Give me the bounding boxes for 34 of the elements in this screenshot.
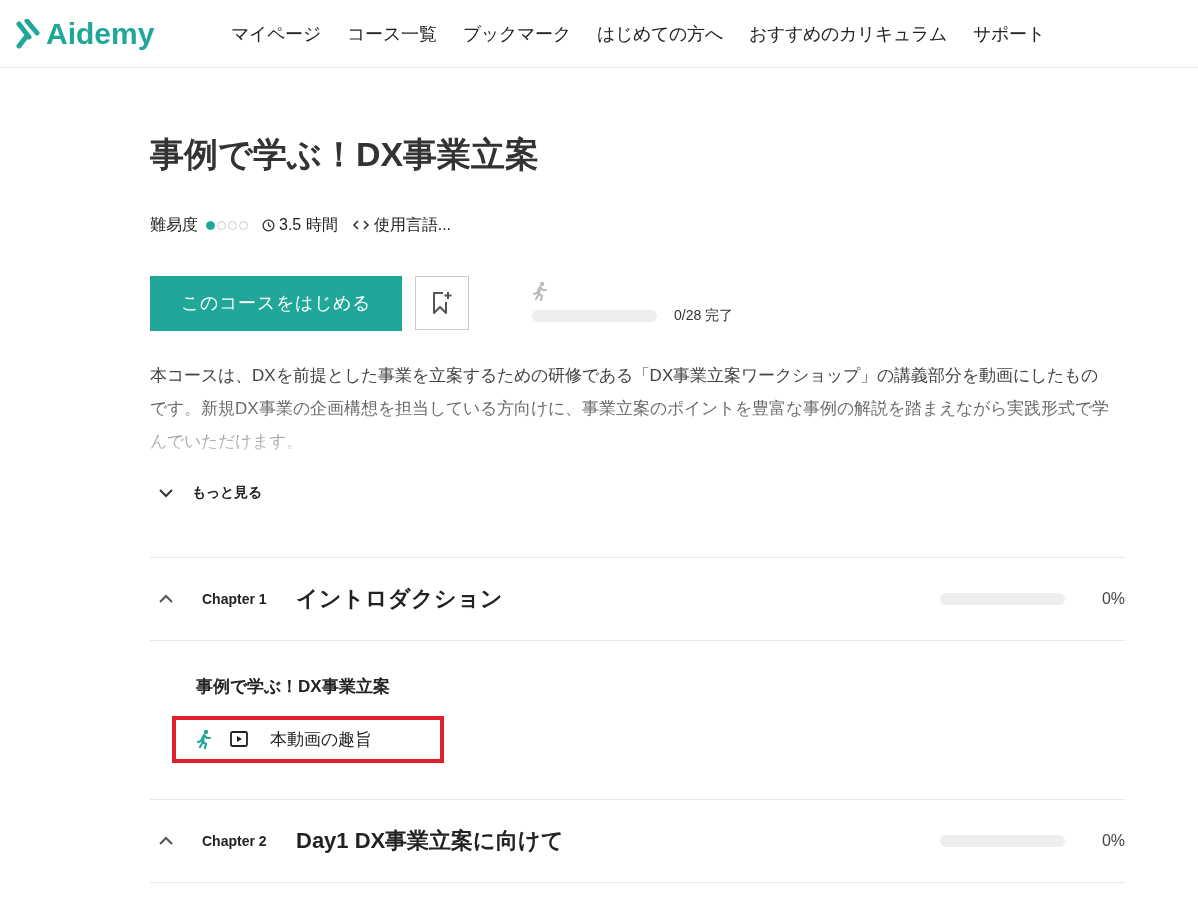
nav-link[interactable]: コース一覧 xyxy=(347,21,437,46)
nav-link[interactable]: はじめての方へ xyxy=(597,21,723,46)
bookmark-add-icon xyxy=(430,290,454,317)
progress-text: 0/28 完了 xyxy=(674,307,734,326)
chapter-percent: 0% xyxy=(1100,831,1125,850)
chapter-percent: 0% xyxy=(1100,589,1125,608)
languages-text: 使用言語... xyxy=(373,214,452,235)
bookmark-button[interactable] xyxy=(415,276,469,331)
chapter-title[interactable]: イントロダクション xyxy=(296,583,940,614)
chapter-title[interactable]: Day1 DX事業立案に向けて xyxy=(296,825,940,856)
course-description: 本コースは、DXを前提とした事業を立案するための研修である「DX事業立案ワークショップ」の講義部分を動画にしたものです。新規DX事業の企画構想を担当している方向けに、事業立案のポイントを豊富な事例の解説を踏まえながら実践形式で学んでいただけます。 xyxy=(150,364,1110,453)
code-icon xyxy=(351,219,370,232)
nav-link[interactable]: おすすめのカリキュラム xyxy=(749,21,947,46)
duration-text: 3.5 時間 xyxy=(279,214,338,235)
nav-link[interactable]: マイページ xyxy=(231,21,321,46)
chevron-down-icon xyxy=(158,487,174,498)
logo-icon xyxy=(16,18,40,49)
chevron-up-icon[interactable] xyxy=(158,835,174,846)
chapter-number: Chapter 1 xyxy=(202,590,268,607)
section-title: 事例で学ぶ！DX事業立案 xyxy=(196,675,391,698)
nav-link[interactable]: サポート xyxy=(973,21,1045,46)
difficulty-label: 難易度 xyxy=(150,214,198,235)
course-title: 事例で学ぶ！DX事業立案 xyxy=(150,134,541,175)
lesson-title: 本動画の趣旨 xyxy=(270,728,372,751)
clock-icon xyxy=(262,218,275,232)
logo-text: Aidemy xyxy=(46,16,155,51)
runner-icon xyxy=(532,281,548,302)
lesson-row[interactable]: 本動画の趣旨 xyxy=(172,715,444,763)
chapter-number: Chapter 2 xyxy=(202,832,268,849)
video-icon xyxy=(230,731,248,748)
nav-link[interactable]: ブックマーク xyxy=(463,21,571,46)
show-more-button[interactable]: もっと見る xyxy=(158,483,262,502)
runner-icon xyxy=(196,729,212,750)
chevron-up-icon[interactable] xyxy=(158,593,174,604)
